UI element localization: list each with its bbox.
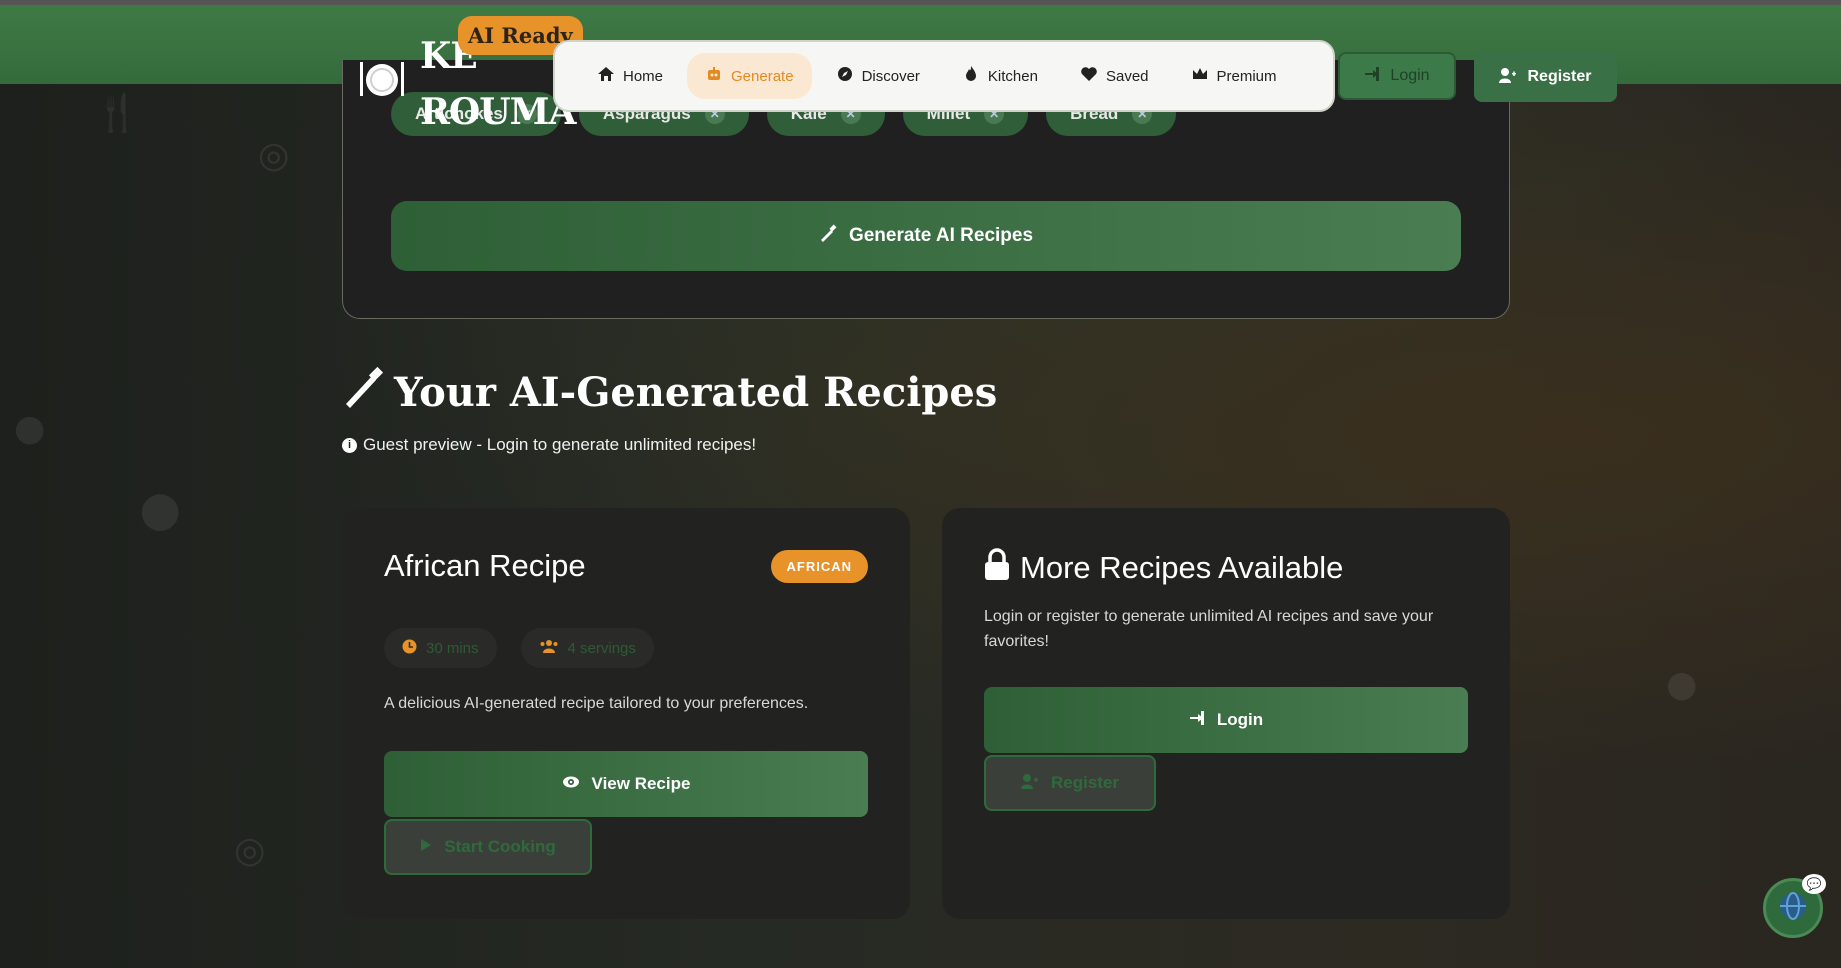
start-cooking-label: Start Cooking bbox=[444, 837, 556, 856]
robot-icon bbox=[705, 65, 723, 87]
nav-item-discover[interactable]: Discover bbox=[818, 53, 938, 99]
user-plus-icon bbox=[1499, 67, 1517, 88]
recipe-card: African Recipe AFRICAN 30 mins 4 serving… bbox=[342, 508, 910, 919]
chat-bubble-icon: 💬 bbox=[1802, 874, 1826, 894]
bowl-bg-icon: ● bbox=[14, 408, 46, 449]
nav-label: Home bbox=[623, 67, 664, 85]
main-nav: Home Generate Discover Kitchen Saved Pre… bbox=[553, 40, 1335, 112]
eye-icon bbox=[562, 774, 580, 794]
card-login-button[interactable]: Login bbox=[984, 687, 1468, 753]
plate-bg-icon: ◎ bbox=[258, 135, 290, 176]
nav-label: Saved bbox=[1105, 67, 1149, 85]
users-icon bbox=[539, 639, 559, 658]
cook-time: 30 mins bbox=[426, 639, 479, 657]
results-title: Your AI-Generated Recipes bbox=[394, 368, 998, 416]
view-recipe-button[interactable]: View Recipe bbox=[384, 751, 868, 817]
header-register-label: Register bbox=[1527, 68, 1592, 85]
card-register-button[interactable]: Register bbox=[984, 755, 1156, 811]
carrot-bg-icon: ⬤ bbox=[140, 490, 181, 531]
header-register-button[interactable]: Register bbox=[1474, 52, 1617, 102]
burger-bg-icon: ● bbox=[1666, 664, 1698, 705]
nav-item-premium[interactable]: Premium bbox=[1173, 53, 1295, 99]
servings-pill: 4 servings bbox=[520, 628, 654, 668]
view-recipe-label: View Recipe bbox=[591, 774, 691, 793]
brand-logo[interactable]: KE ROUMA AI Ready bbox=[358, 16, 583, 133]
card-register-label: Register bbox=[1050, 773, 1120, 792]
lock-icon bbox=[984, 548, 1010, 588]
header-login-button[interactable]: Login bbox=[1338, 52, 1456, 100]
cuisine-badge: AFRICAN bbox=[770, 550, 868, 583]
generate-recipes-label: Generate AI Recipes bbox=[848, 225, 1034, 246]
guest-note-text: Guest preview - Login to generate unlimi… bbox=[363, 435, 757, 454]
clock-icon bbox=[402, 639, 417, 658]
card-login-label: Login bbox=[1216, 710, 1264, 729]
cook-time-pill: 30 mins bbox=[384, 628, 497, 668]
more-recipes-description: Login or register to generate unlimited … bbox=[984, 608, 1434, 650]
nav-label: Generate bbox=[731, 67, 794, 85]
recipe-description: A delicious AI-generated recipe tailored… bbox=[384, 695, 809, 712]
crown-icon bbox=[1191, 65, 1209, 87]
recipe-meta: 30 mins 4 servings bbox=[384, 628, 654, 668]
nav-label: Kitchen bbox=[987, 67, 1038, 85]
guest-preview-note: i Guest preview - Login to generate unli… bbox=[342, 435, 756, 455]
compass-icon bbox=[836, 65, 854, 87]
nav-item-generate[interactable]: Generate bbox=[687, 53, 812, 99]
more-recipes-heading: More Recipes Available bbox=[984, 548, 1343, 588]
nav-item-kitchen[interactable]: Kitchen bbox=[944, 53, 1056, 99]
play-icon bbox=[420, 837, 432, 857]
more-recipes-title: More Recipes Available bbox=[1020, 550, 1344, 585]
magic-wand-icon bbox=[342, 366, 384, 418]
home-icon bbox=[597, 65, 615, 87]
nav-item-saved[interactable]: Saved bbox=[1062, 53, 1167, 99]
results-heading: Your AI-Generated Recipes bbox=[342, 366, 997, 418]
sign-in-icon bbox=[1364, 66, 1380, 87]
globe-icon bbox=[1777, 890, 1809, 926]
nav-item-home[interactable]: Home bbox=[579, 53, 681, 99]
magic-wand-icon bbox=[819, 224, 837, 248]
start-cooking-button[interactable]: Start Cooking bbox=[384, 819, 592, 875]
heart-icon bbox=[1080, 65, 1098, 87]
plate-cutlery-icon bbox=[358, 56, 406, 104]
nav-label: Premium bbox=[1216, 67, 1277, 85]
nav-label: Discover bbox=[861, 67, 920, 85]
generate-recipes-button[interactable]: Generate AI Recipes bbox=[391, 201, 1461, 271]
fire-icon bbox=[962, 65, 980, 87]
servings: 4 servings bbox=[567, 639, 636, 657]
header-login-label: Login bbox=[1390, 67, 1430, 84]
info-icon: i bbox=[342, 437, 357, 453]
plate-bg-icon-2: ◎ bbox=[234, 830, 266, 871]
user-plus-icon bbox=[1020, 773, 1039, 794]
recipe-title: African Recipe bbox=[384, 548, 586, 583]
more-recipes-card: More Recipes Available Login or register… bbox=[942, 508, 1510, 919]
fork-knife-bg-icon: 🍴 bbox=[95, 93, 140, 134]
sign-in-icon bbox=[1189, 710, 1205, 731]
